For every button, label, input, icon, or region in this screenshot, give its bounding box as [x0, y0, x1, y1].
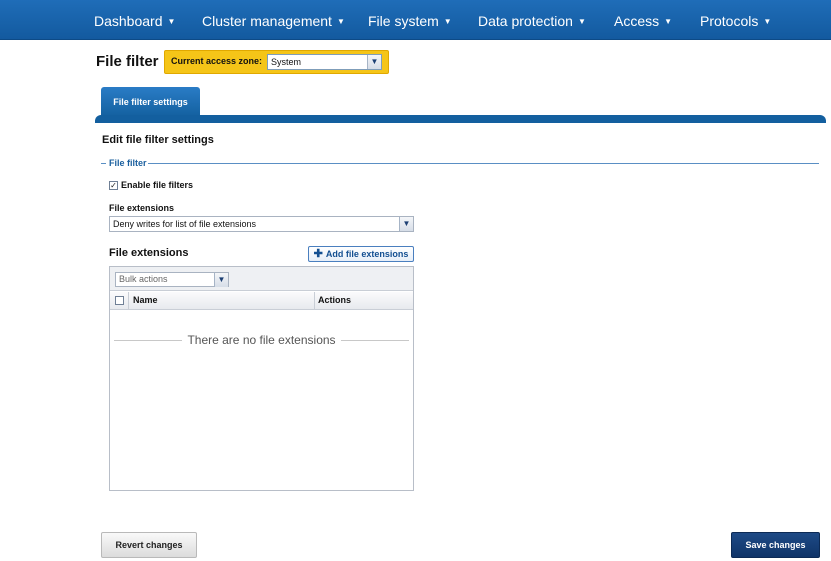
empty-state-divider: [341, 340, 409, 341]
nav-item-protocols[interactable]: Protocols ▼: [700, 0, 771, 40]
plus-icon: ✚: [313, 248, 323, 260]
file-extensions-table: Bulk actions ▼ Name Actions There are no…: [109, 266, 414, 491]
access-zone-box: Current access zone: System ▼: [164, 50, 389, 74]
nav-item-label: Dashboard: [94, 13, 163, 29]
column-header-name[interactable]: Name: [133, 295, 158, 305]
table-header-row: Name Actions: [110, 292, 413, 310]
nav-item-label: Data protection: [478, 13, 573, 29]
caret-down-icon: ▼: [664, 17, 673, 26]
access-zone-label: Current access zone:: [171, 56, 263, 66]
section-title: Edit file filter settings: [102, 134, 214, 146]
tab-underline-bar: [95, 115, 826, 123]
access-zone-value: System: [271, 57, 302, 67]
file-extensions-heading: File extensions: [109, 247, 189, 259]
chevron-down-icon[interactable]: ▼: [214, 273, 228, 287]
save-changes-button[interactable]: Save changes: [731, 532, 820, 558]
access-zone-select[interactable]: System ▼: [267, 54, 382, 70]
table-toolbar: Bulk actions ▼: [110, 267, 413, 291]
nav-item-access[interactable]: Access ▼: [614, 0, 672, 40]
fieldset-divider: [101, 163, 106, 164]
chevron-down-icon[interactable]: ▼: [399, 217, 413, 231]
caret-down-icon: ▼: [443, 17, 452, 26]
file-extensions-mode-value: Deny writes for list of file extensions: [113, 219, 257, 229]
caret-down-icon: ▼: [336, 17, 345, 26]
column-divider: [128, 292, 129, 310]
nav-item-cluster-management[interactable]: Cluster management ▼: [202, 0, 345, 40]
caret-down-icon: ▼: [167, 17, 176, 26]
bulk-actions-select[interactable]: Bulk actions ▼: [115, 272, 229, 287]
caret-down-icon: ▼: [763, 17, 772, 26]
caret-down-icon: ▼: [577, 17, 586, 26]
nav-item-label: Protocols: [700, 13, 759, 29]
revert-changes-button[interactable]: Revert changes: [101, 532, 197, 558]
nav-item-file-system[interactable]: File system ▼: [368, 0, 452, 40]
column-header-actions: Actions: [318, 295, 352, 305]
bulk-actions-placeholder: Bulk actions: [119, 274, 168, 284]
nav-item-label: Access: [614, 13, 660, 29]
fieldset-legend: File filter: [109, 158, 147, 168]
chevron-down-icon[interactable]: ▼: [367, 55, 381, 69]
nav-item-data-protection[interactable]: Data protection ▼: [478, 0, 586, 40]
enable-file-filters-checkbox[interactable]: ✓: [109, 181, 118, 190]
column-divider: [314, 292, 315, 310]
nav-item-label: File system: [368, 13, 439, 29]
file-extensions-field-label: File extensions: [109, 203, 175, 213]
file-extensions-mode-select[interactable]: Deny writes for list of file extensions …: [109, 216, 414, 232]
select-all-checkbox[interactable]: [115, 296, 124, 305]
nav-item-label: Cluster management: [202, 13, 332, 29]
top-nav-bar: Dashboard ▼ Cluster management ▼ File syst…: [0, 0, 831, 40]
add-file-extensions-label: Add file extensions: [325, 249, 409, 259]
enable-file-filters-label: Enable file filters: [121, 180, 194, 190]
page-title: File filter: [96, 53, 159, 70]
fieldset-divider: [148, 163, 819, 164]
add-file-extensions-button[interactable]: ✚ Add file extensions: [308, 246, 414, 262]
nav-item-dashboard[interactable]: Dashboard ▼: [94, 0, 175, 40]
tab-file-filter-settings[interactable]: File filter settings: [101, 87, 200, 117]
